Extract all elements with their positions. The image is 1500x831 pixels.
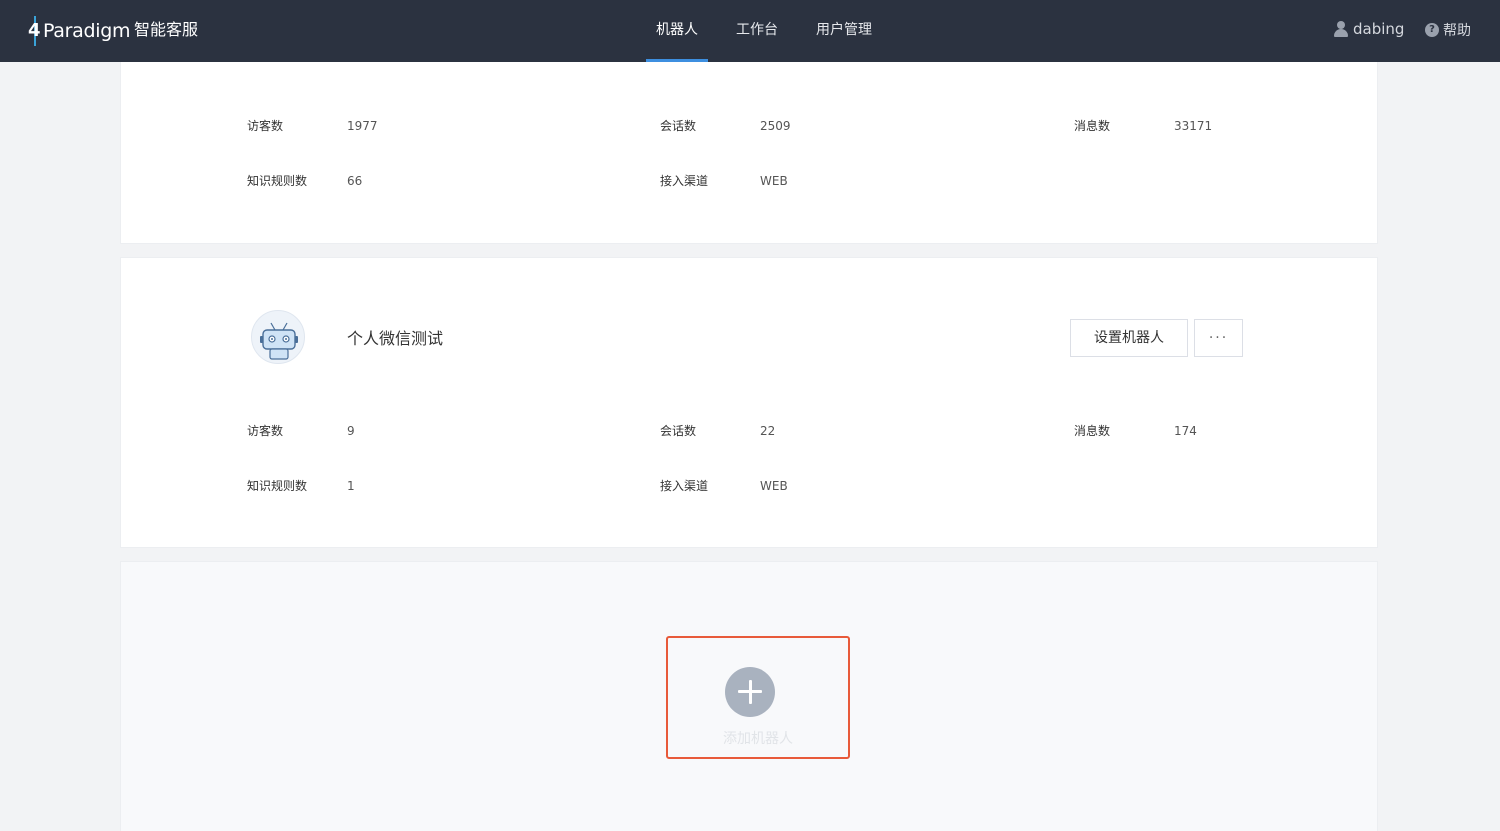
- messages-value: 33171: [1174, 119, 1213, 133]
- messages-value: 174: [1174, 424, 1197, 438]
- logo-icon: 4: [28, 16, 42, 46]
- rules-label: 知识规则数: [247, 479, 308, 493]
- more-options-button[interactable]: ···: [1194, 319, 1243, 357]
- messages-label: 消息数: [1074, 424, 1111, 438]
- channel-value: WEB: [760, 479, 788, 493]
- visitors-value: 1977: [347, 119, 378, 133]
- user-menu[interactable]: dabing: [1333, 20, 1404, 38]
- sessions-label: 会话数: [660, 119, 697, 133]
- configure-bot-button[interactable]: 设置机器人: [1070, 319, 1188, 357]
- nav-tab-user-management[interactable]: 用户管理: [806, 0, 882, 62]
- channel-value: WEB: [760, 174, 788, 188]
- user-name: dabing: [1353, 20, 1405, 38]
- help-label: 帮助: [1443, 23, 1471, 39]
- bot-card: 访客数 1977 会话数 2509 消息数 33171 知识规则数 66 接入渠…: [120, 62, 1378, 244]
- rules-label: 知识规则数: [247, 174, 308, 188]
- top-navbar: 4 Paradigm 智能客服 机器人 工作台 用户管理 dabing ? 帮助: [0, 0, 1500, 62]
- messages-label: 消息数: [1074, 119, 1111, 133]
- sessions-label: 会话数: [660, 424, 697, 438]
- user-icon: [1333, 21, 1348, 37]
- help-link[interactable]: ? 帮助: [1425, 20, 1471, 40]
- sessions-value: 2509: [760, 119, 791, 133]
- plus-icon: [725, 667, 775, 717]
- robot-avatar-icon: [251, 310, 305, 364]
- channel-label: 接入渠道: [660, 479, 709, 493]
- logo-text: Paradigm: [43, 20, 131, 42]
- visitors-label: 访客数: [247, 119, 284, 133]
- rules-value: 1: [347, 479, 355, 493]
- channel-label: 接入渠道: [660, 174, 709, 188]
- add-bot-card: 添加机器人: [120, 561, 1378, 831]
- main-nav: 机器人 工作台 用户管理: [646, 0, 900, 62]
- visitors-label: 访客数: [247, 424, 284, 438]
- add-bot-label: 添加机器人: [723, 731, 793, 747]
- bot-card: 个人微信测试 设置机器人 ··· 访客数 9 会话数 22 消息数 174 知识…: [120, 257, 1378, 548]
- nav-tab-workbench[interactable]: 工作台: [726, 0, 788, 62]
- visitors-value: 9: [347, 424, 355, 438]
- sessions-value: 22: [760, 424, 776, 438]
- rules-value: 66: [347, 174, 363, 188]
- brand-logo[interactable]: 4 Paradigm: [28, 14, 131, 48]
- add-bot-button[interactable]: 添加机器人: [666, 636, 850, 759]
- app-title: 智能客服: [134, 20, 199, 39]
- bot-name: 个人微信测试: [347, 329, 444, 348]
- help-icon: ?: [1425, 23, 1439, 37]
- nav-tab-robots[interactable]: 机器人: [646, 0, 708, 62]
